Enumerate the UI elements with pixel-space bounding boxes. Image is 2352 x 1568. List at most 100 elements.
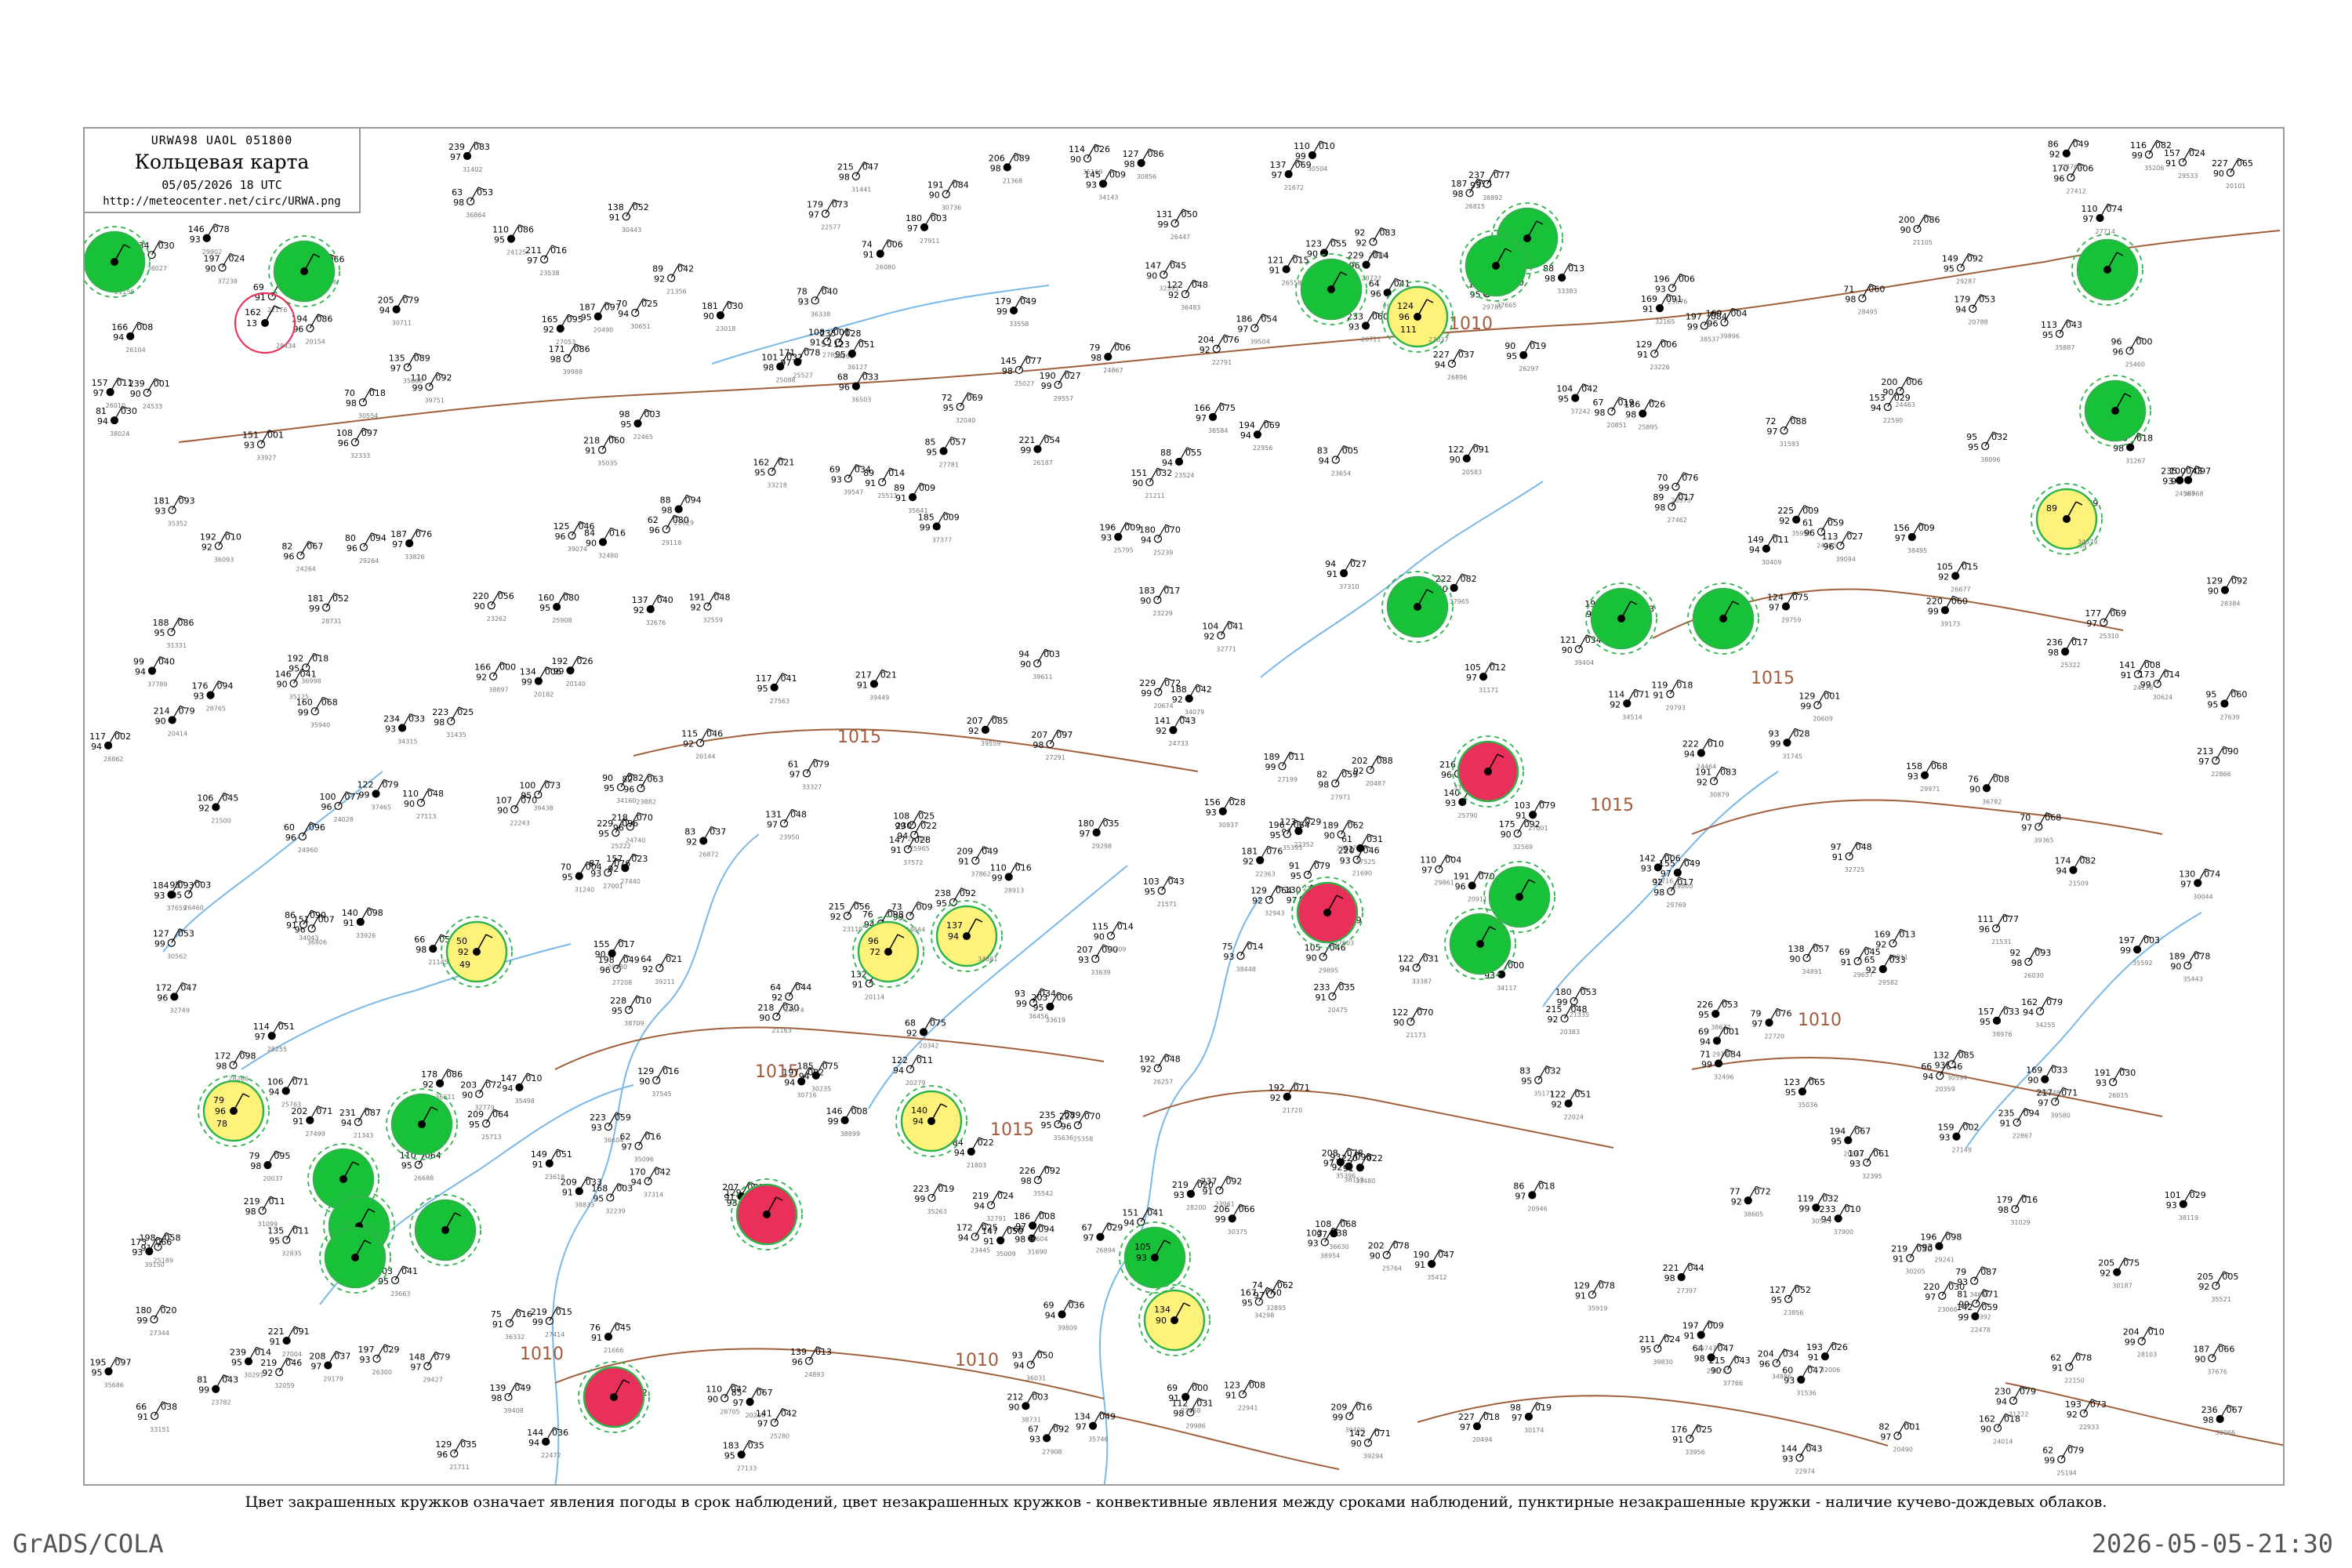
station-marker[interactable]	[1452, 735, 1524, 808]
station-value: 94	[1684, 749, 1695, 759]
station-value: 74	[1252, 1280, 1263, 1290]
station-id: 39830	[1653, 1359, 1672, 1366]
station-value: 235	[2161, 466, 2177, 477]
station-id: 20946	[1527, 1205, 1547, 1212]
station-value: 99	[154, 939, 165, 949]
station-plot: 211 0249539830	[1639, 1334, 1680, 1366]
station-value: 001	[1904, 1421, 1920, 1432]
station-value: 208	[309, 1352, 325, 1362]
station-value: 219	[1891, 1244, 1907, 1254]
station-value: 95	[539, 603, 550, 613]
station-marker[interactable]: 799678	[198, 1075, 270, 1147]
station-marker[interactable]: 1249611127037	[1381, 281, 1454, 353]
station-value: 146	[188, 224, 205, 234]
station-value: 93	[1308, 1238, 1319, 1248]
station-plot: 107 0619332395	[1848, 1148, 1889, 1180]
station-plot: 124 0759729759	[1767, 591, 1809, 624]
station-value: 61	[788, 759, 799, 769]
station-value: 96	[623, 784, 634, 794]
station-value: 003	[194, 880, 211, 891]
station-marker[interactable]	[1295, 253, 1367, 325]
station-marker[interactable]	[409, 1194, 481, 1266]
station-plot: 72 0699532040	[942, 392, 983, 424]
station-value: 129	[2206, 576, 2223, 586]
synoptic-map[interactable]: 1010 1015 1010 1015 1015 1015 1010 1015 …	[85, 129, 2285, 1486]
station-marker[interactable]: 8934579	[2031, 483, 2103, 555]
station-value: 025	[457, 707, 474, 717]
station-value: 035	[460, 1439, 477, 1450]
station-marker[interactable]	[268, 235, 340, 307]
station-marker[interactable]	[578, 1361, 650, 1433]
station-value: 93	[1012, 1351, 1023, 1361]
station-plot: 202 0719127499	[291, 1105, 332, 1138]
station-value: 92	[642, 964, 653, 975]
station-value: 026	[1831, 1342, 1848, 1352]
station-marker[interactable]: 14094	[895, 1085, 967, 1157]
station-value: 076	[1266, 846, 1283, 856]
station-id: 27639	[2220, 713, 2239, 720]
station-marker[interactable]	[1381, 571, 1454, 643]
source-url[interactable]: http://meteocenter.net/circ/URWA.png	[85, 195, 359, 208]
station-id: 24178	[2133, 684, 2153, 691]
station-marker[interactable]	[386, 1088, 458, 1160]
station-marker[interactable]	[319, 1221, 391, 1294]
station-marker[interactable]: 509249	[441, 916, 513, 988]
station-value: 97	[2086, 619, 2097, 629]
station-plot: 194 0699422956	[1239, 419, 1280, 452]
station-value: 95	[612, 1006, 622, 1016]
station-id: 30554	[358, 412, 378, 419]
station-id: 20144	[695, 753, 715, 760]
station-plot: 183 0359527133	[723, 1439, 764, 1472]
station-value: 181	[154, 495, 170, 506]
station-value: 089	[1065, 1110, 1081, 1120]
station-value: 196	[1269, 820, 1285, 830]
station-value: 98	[416, 945, 426, 955]
station-value: 93	[244, 441, 255, 451]
station-value: 029	[1894, 393, 1911, 403]
station-value: 062	[1277, 1280, 1294, 1290]
station-value: 93	[1768, 728, 1779, 739]
station-value: 95	[1033, 1003, 1044, 1013]
station-value: 142	[1956, 1302, 1973, 1312]
station-plot: 237 0929123961	[1200, 1175, 1242, 1207]
station-value: 004	[1731, 308, 1748, 318]
station-value: 66	[1921, 1062, 1932, 1072]
station-value: 053	[477, 187, 493, 198]
station-value: 008	[851, 1106, 868, 1116]
station-value: 171	[549, 344, 565, 354]
station-value: 166	[474, 662, 491, 673]
station-id: 30375	[1228, 1229, 1247, 1236]
station-value: 032	[1991, 432, 2008, 442]
station-value: 026	[1649, 400, 1665, 410]
station-marker[interactable]	[2079, 375, 2151, 447]
station-id: 25194	[2056, 1469, 2076, 1476]
station-id: 27133	[737, 1465, 757, 1472]
station-value: 90	[1132, 478, 1143, 488]
station-value: 97	[1925, 1292, 1936, 1302]
station-value: 97	[1466, 673, 1477, 683]
station-value: 92	[1779, 516, 1790, 526]
station-value: 97	[1272, 170, 1283, 180]
station-marker[interactable]: 1379434881	[931, 900, 1003, 972]
station-id: 39611	[1033, 673, 1052, 681]
station-plot: 129 0069123226	[1635, 339, 1677, 371]
station-value: 90	[1008, 1402, 1019, 1412]
station-plot: 191 0839230879	[1695, 766, 1737, 798]
station-temperature: 13	[246, 318, 257, 328]
station-marker[interactable]	[1687, 583, 1759, 655]
station-marker[interactable]: 10593	[1119, 1221, 1191, 1294]
station-marker[interactable]	[85, 226, 151, 298]
station-id: 27462	[1667, 517, 1686, 524]
station-marker[interactable]	[2071, 234, 2143, 306]
station-value: 223	[913, 1184, 929, 1194]
station-marker[interactable]	[1291, 877, 1363, 949]
station-value: 99	[1687, 321, 1698, 332]
station-value: 096	[622, 818, 638, 829]
station-marker[interactable]	[731, 1178, 803, 1250]
station-value: 001	[1824, 691, 1840, 701]
station-plot: 114 0719234514	[1608, 688, 1650, 720]
station-value: 219	[972, 1191, 989, 1201]
station-marker[interactable]: 13490	[1138, 1284, 1210, 1356]
station-id: 23058	[1181, 1407, 1200, 1414]
station-value: 117	[89, 731, 106, 742]
